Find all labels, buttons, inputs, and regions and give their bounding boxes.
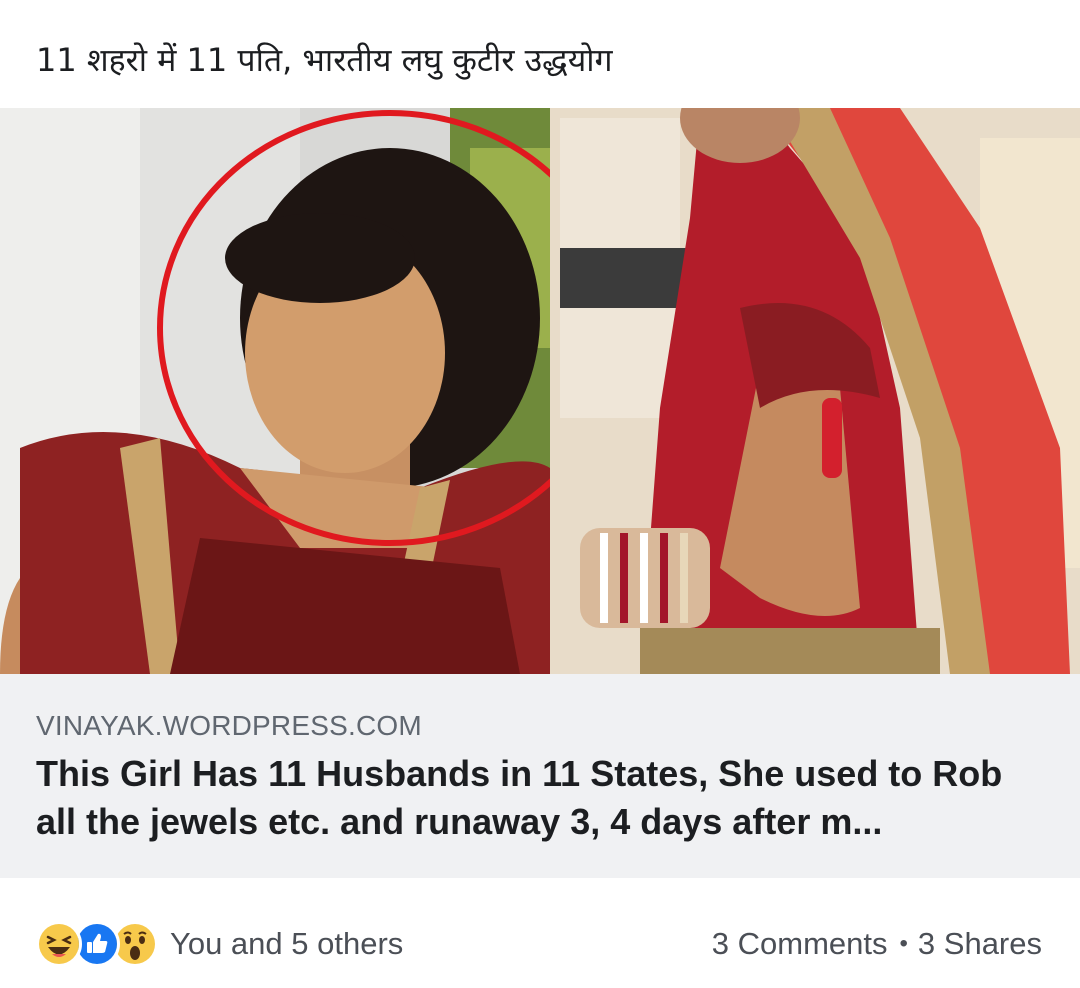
link-preview-image[interactable] — [0, 108, 1080, 674]
reactions-summary[interactable]: You and 5 others — [36, 920, 403, 968]
laughing-icon — [36, 921, 82, 967]
link-preview-meta[interactable]: VINAYAK.WORDPRESS.COM This Girl Has 11 H… — [0, 674, 1080, 878]
post-footer: You and 5 others 3 Comments • 3 Shares — [0, 900, 1080, 988]
comments-count[interactable]: 3 Comments — [712, 926, 888, 962]
separator-dot: • — [899, 930, 908, 957]
post-text: 11 शहरो में 11 पति, भारतीय लघु कुटीर उद्… — [36, 41, 613, 79]
link-domain: VINAYAK.WORDPRESS.COM — [36, 710, 422, 741]
link-title[interactable]: This Girl Has 11 Husbands in 11 States, … — [36, 750, 1036, 846]
reaction-summary-text[interactable]: You and 5 others — [170, 926, 403, 962]
engagement-counts: 3 Comments • 3 Shares — [712, 926, 1042, 962]
shares-count[interactable]: 3 Shares — [918, 926, 1042, 962]
link-preview-card[interactable]: VINAYAK.WORDPRESS.COM This Girl Has 11 H… — [0, 108, 1080, 878]
